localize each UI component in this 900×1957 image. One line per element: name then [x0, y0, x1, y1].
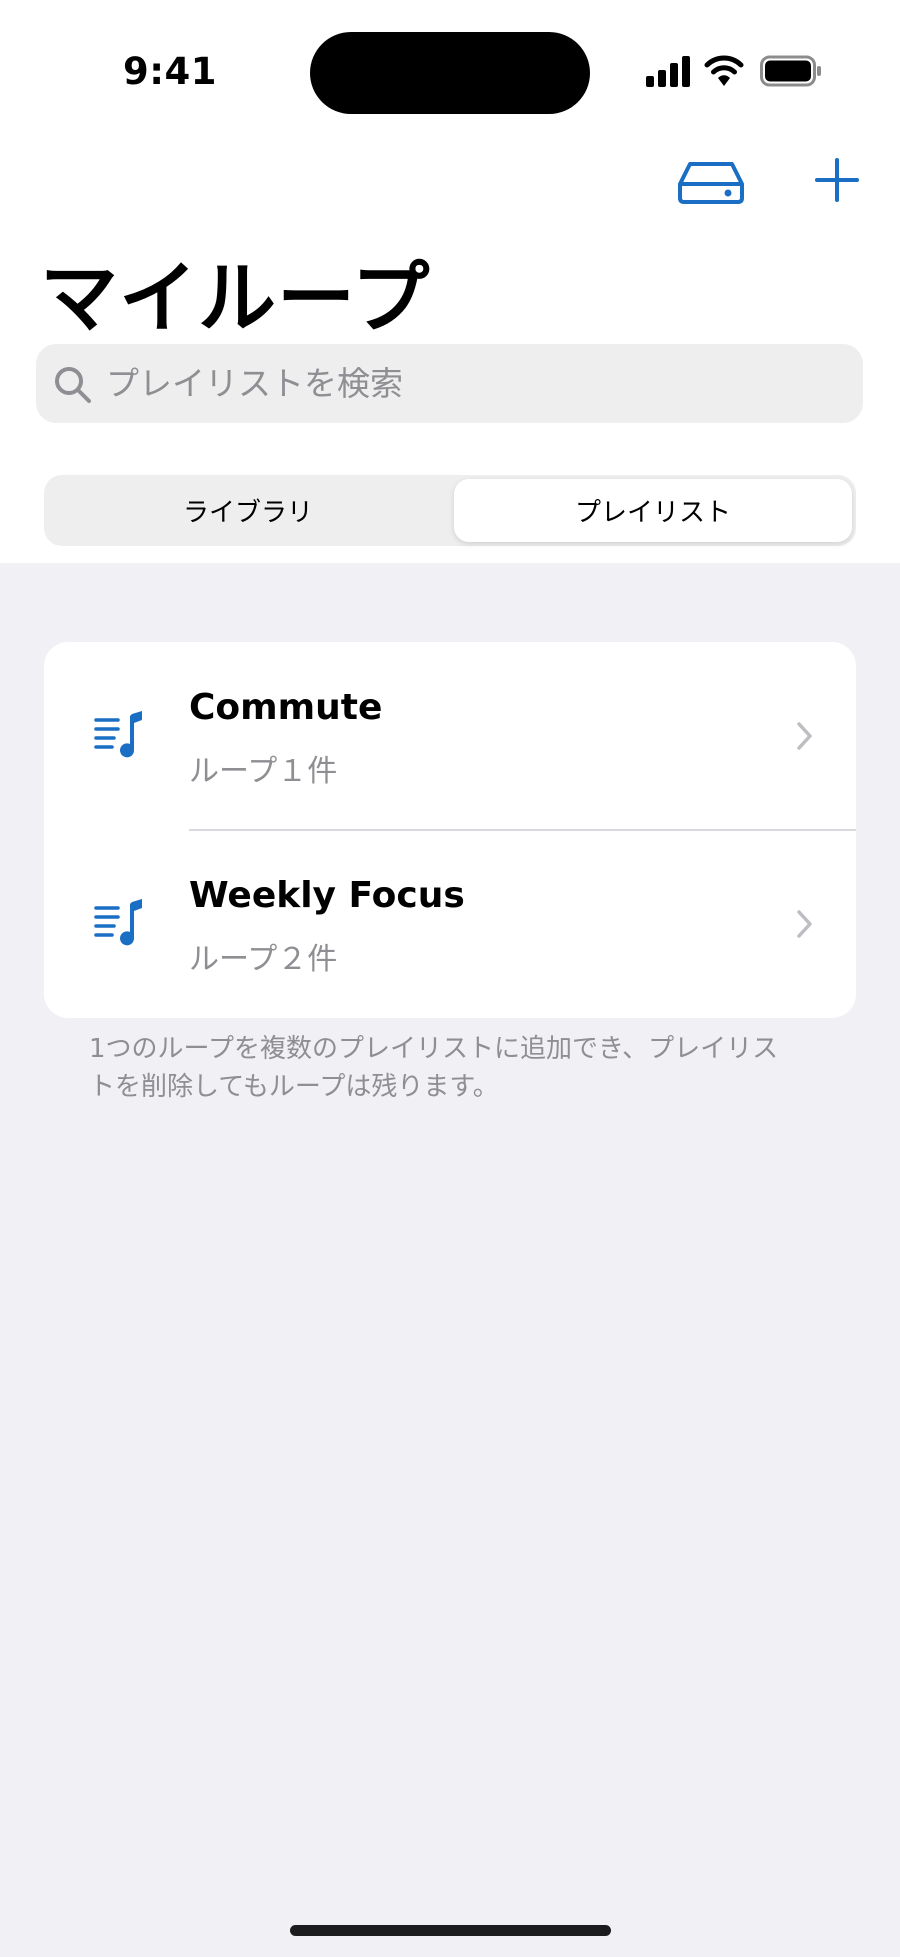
list-item[interactable]: Commute ループ１件: [44, 642, 856, 831]
storage-drive-icon: [678, 162, 744, 204]
search-input[interactable]: [106, 344, 846, 423]
footnote-text: 1つのループを複数のプレイリストに追加でき、プレイリストを削除してもループは残り…: [89, 1034, 779, 1102]
list-item-title: Commute: [189, 687, 383, 728]
dynamic-island: [310, 32, 590, 114]
battery-icon: [760, 55, 821, 87]
cellular-signal-icon: [646, 56, 690, 87]
segment-library[interactable]: ライブラリ: [48, 479, 448, 542]
wifi-icon: [704, 55, 744, 86]
status-time: 9:41: [123, 50, 218, 93]
header-area: 9:41 マイループ プレイリストを検索 ライブラリ プレイリスト: [0, 0, 900, 563]
list-item-title: Weekly Focus: [189, 875, 465, 916]
list-item-subtitle: ループ１件: [189, 754, 338, 789]
segmented-control: ライブラリ プレイリスト: [44, 475, 856, 546]
home-indicator[interactable]: [290, 1925, 611, 1936]
music-list-icon: [94, 711, 142, 758]
list-item[interactable]: Weekly Focus ループ２件: [44, 830, 856, 1018]
list-item-subtitle: ループ２件: [189, 942, 338, 977]
chevron-right-icon: [797, 722, 812, 750]
segment-playlists[interactable]: プレイリスト: [454, 479, 852, 542]
search-icon: [55, 367, 91, 403]
playlist-list: Commute ループ１件 Weekly Focus ループ２件: [44, 642, 856, 1018]
chevron-right-icon: [797, 910, 812, 938]
music-list-icon: [94, 899, 142, 946]
plus-icon: [815, 158, 859, 202]
storage-button[interactable]: [676, 150, 746, 210]
page-title: マイループ: [40, 254, 431, 344]
search-bar[interactable]: [36, 344, 863, 423]
add-button[interactable]: [802, 150, 872, 210]
